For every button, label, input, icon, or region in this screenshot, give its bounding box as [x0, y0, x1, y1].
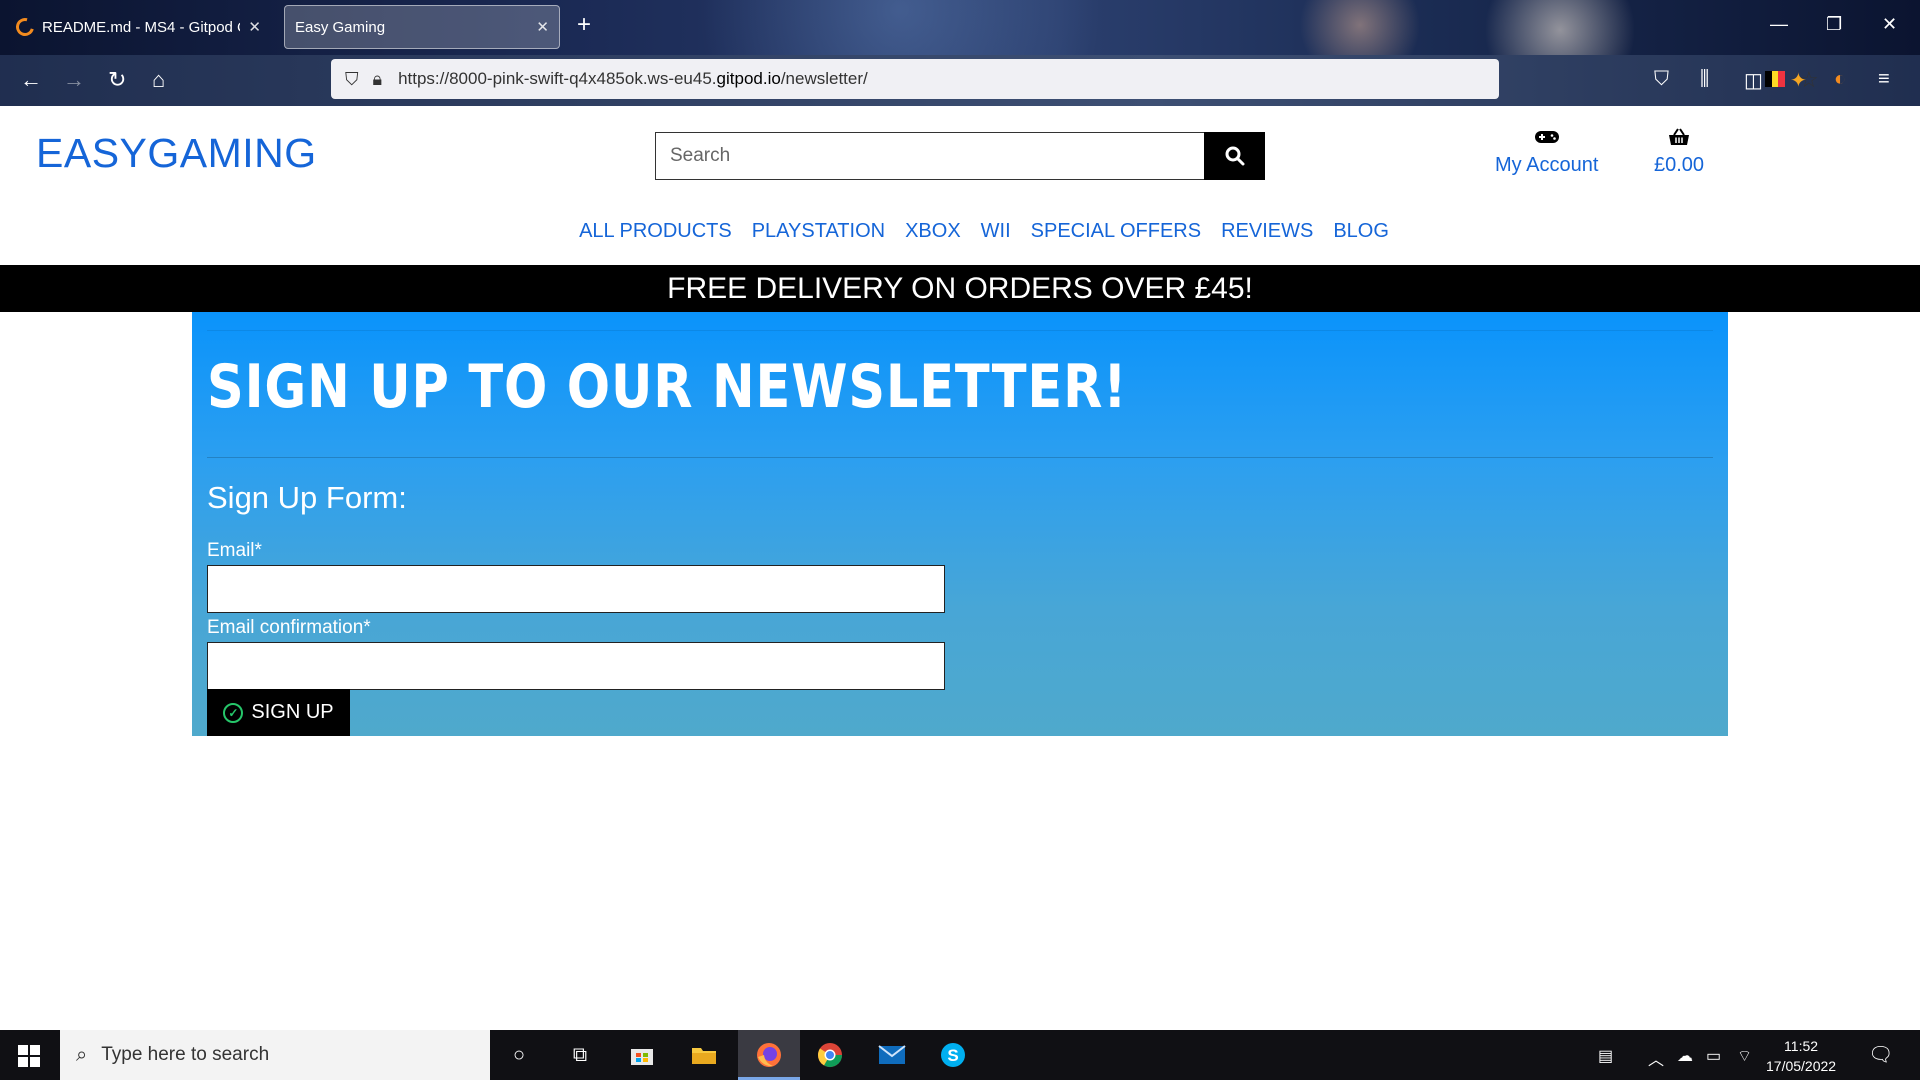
chrome-icon[interactable] [815, 1040, 845, 1070]
basket-link[interactable]: £0.00 [1654, 128, 1704, 177]
wifi-icon[interactable]: ⌔ [1737, 1046, 1752, 1066]
nav-special-offers[interactable]: SPECIAL OFFERS [1031, 220, 1201, 243]
firefox-icon[interactable] [754, 1040, 784, 1070]
browser-nav-bar: ← → ↻ ⌂ ⛉ 🔒︎ https://8000-pink-swift-q4x… [0, 55, 1920, 106]
main-nav: ALL PRODUCTS PLAYSTATION XBOX WII SPECIA… [0, 220, 1920, 243]
search-input[interactable] [655, 132, 1204, 180]
sidebar-icon[interactable]: ◫ [1744, 68, 1763, 93]
news-widget-icon[interactable]: ▤ [1598, 1046, 1613, 1066]
taskbar-clock[interactable]: 11:52 17/05/2022 [1766, 1036, 1836, 1076]
tab-title: README.md - MS4 - Gitpod Co [42, 18, 241, 36]
email-confirmation-label: Email confirmation* [207, 617, 371, 638]
close-icon[interactable]: ✕ [536, 18, 549, 36]
battery-icon[interactable]: ▭ [1706, 1046, 1721, 1066]
gamepad-icon [1495, 128, 1598, 154]
file-explorer-icon[interactable] [689, 1040, 719, 1070]
close-window-icon[interactable]: ✕ [1882, 14, 1897, 35]
gitpod-extension-icon[interactable]: ◐ [1834, 68, 1846, 91]
nav-xbox[interactable]: XBOX [905, 220, 961, 243]
tab-readme[interactable]: README.md - MS4 - Gitpod Co ✕ [6, 5, 271, 49]
tab-title: Easy Gaming [295, 18, 386, 36]
gitpod-icon [12, 14, 38, 40]
search-icon [1225, 146, 1244, 166]
forward-icon[interactable]: → [63, 67, 85, 93]
nav-wii[interactable]: WII [981, 220, 1011, 243]
site-header: EASYGAMING My Account [0, 106, 1920, 265]
new-tab-button[interactable]: + [577, 13, 591, 37]
divider [207, 330, 1713, 331]
skype-icon[interactable]: S [938, 1040, 968, 1070]
promo-banner: FREE DELIVERY ON ORDERS OVER £45! [0, 265, 1920, 312]
clock-time: 11:52 [1784, 1038, 1819, 1054]
clock-date: 17/05/2022 [1766, 1058, 1837, 1074]
my-account-label: My Account [1495, 154, 1599, 176]
url-text[interactable]: https://8000-pink-swift-q4x485ok.ws-eu45… [398, 69, 868, 89]
nav-playstation[interactable]: PLAYSTATION [752, 220, 885, 243]
cortana-icon[interactable]: ○ [504, 1040, 534, 1070]
browser-tab-bar: README.md - MS4 - Gitpod Co ✕ Easy Gamin… [0, 0, 1920, 55]
form-title: Sign Up Form: [207, 480, 407, 515]
search-button[interactable] [1204, 132, 1265, 180]
email-label: Email* [207, 540, 262, 561]
restore-icon[interactable]: ❐ [1826, 14, 1842, 35]
nav-reviews[interactable]: REVIEWS [1221, 220, 1313, 243]
windows-start-icon[interactable] [18, 1045, 40, 1067]
address-bar[interactable]: ⛉ 🔒︎ https://8000-pink-swift-q4x485ok.ws… [331, 59, 1819, 99]
back-icon[interactable]: ← [20, 67, 42, 93]
nav-all-products[interactable]: ALL PRODUCTS [579, 220, 732, 243]
minimize-icon[interactable]: — [1770, 14, 1788, 35]
task-view-icon[interactable]: ⧉ [565, 1040, 595, 1070]
lock-icon[interactable]: 🔒︎ [373, 69, 383, 90]
home-icon[interactable]: ⌂ [152, 67, 165, 93]
microsoft-store-icon[interactable] [627, 1040, 657, 1070]
page-title: SIGN UP TO OUR NEWSLETTER! [207, 352, 1128, 422]
notifications-icon[interactable]: 🗨︎ [1868, 1042, 1893, 1067]
nav-blog[interactable]: BLOG [1333, 220, 1389, 243]
shield-icon[interactable]: ⛉ [345, 69, 359, 90]
my-account-link[interactable]: My Account [1495, 128, 1598, 177]
extension-icon[interactable]: ✦ [1790, 68, 1807, 93]
basket-icon [1654, 128, 1704, 154]
taskbar-search[interactable]: ⌕ Type here to search [60, 1030, 490, 1080]
email-confirmation-field[interactable] [207, 642, 945, 690]
search-icon: ⌕ [76, 1043, 88, 1066]
divider [207, 457, 1713, 458]
mail-icon[interactable] [877, 1040, 907, 1070]
svg-text:S: S [947, 1046, 958, 1065]
pocket-icon[interactable]: ⛉ [1654, 68, 1669, 91]
onedrive-offline-icon[interactable]: ☁ [1677, 1046, 1693, 1066]
library-icon[interactable]: ⫼ [1700, 68, 1709, 91]
basket-total: £0.00 [1654, 154, 1705, 176]
sign-up-label: SIGN UP [251, 701, 334, 723]
taskbar-search-placeholder: Type here to search [101, 1044, 270, 1065]
menu-icon[interactable]: ≡ [1878, 68, 1890, 91]
tab-easy-gaming[interactable]: Easy Gaming ✕ [284, 5, 560, 49]
reload-icon[interactable]: ↻ [108, 67, 126, 93]
check-circle-icon: ✓ [223, 702, 244, 723]
newsletter-panel: SIGN UP TO OUR NEWSLETTER! Sign Up Form:… [192, 312, 1728, 736]
windows-taskbar: ⌕ Type here to search ○ ⧉ S ▤ ︿ ☁ ▭ ⌔ 11… [0, 1030, 1920, 1080]
site-logo[interactable]: EASYGAMING [36, 130, 317, 177]
belgium-flag-icon[interactable] [1765, 71, 1786, 87]
chevron-up-icon[interactable]: ︿ [1648, 1046, 1664, 1070]
site-search [655, 132, 1265, 180]
sign-up-button[interactable]: ✓ SIGN UP [207, 689, 350, 736]
email-field[interactable] [207, 565, 945, 613]
close-icon[interactable]: ✕ [248, 18, 261, 36]
